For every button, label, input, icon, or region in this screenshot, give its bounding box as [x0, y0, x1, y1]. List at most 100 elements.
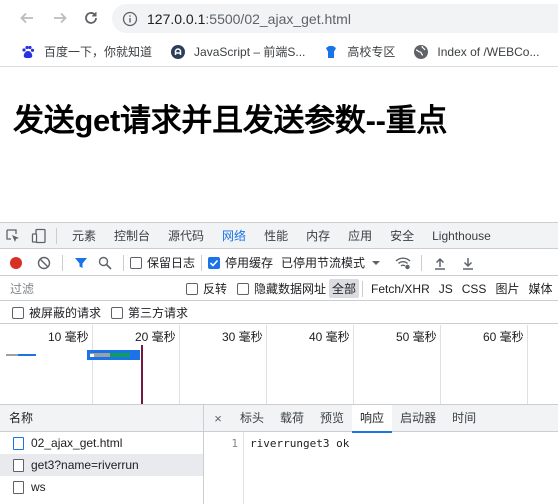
load-marker — [141, 345, 143, 404]
checkbox-checked[interactable] — [208, 256, 221, 269]
address-bar: 127.0.0.1:5500/02_ajax_get.html — [0, 0, 558, 37]
preserve-log-label: 保留日志 — [147, 256, 196, 270]
tab-preview[interactable]: 预览 — [312, 405, 352, 432]
throttling-select[interactable]: 已停用节流模式 — [281, 254, 381, 271]
type-filter-media[interactable]: 媒体 — [525, 279, 555, 298]
tab-performance[interactable]: 性能 — [255, 223, 297, 248]
document-icon — [13, 480, 24, 494]
type-filter-js[interactable]: JS — [436, 281, 456, 297]
disable-cache-checkbox[interactable]: 停用缓存 — [208, 254, 273, 271]
document-icon — [13, 458, 24, 472]
tab-network[interactable]: 网络 — [213, 223, 256, 248]
devtools-panel: 元素 控制台 源代码 网络 性能 内存 应用 安全 Lighthouse 保留日… — [0, 222, 558, 504]
bookmark-javascript[interactable]: JavaScript – 前端S... — [170, 43, 305, 60]
tab-security[interactable]: 安全 — [381, 223, 423, 248]
checkbox-box[interactable] — [12, 306, 24, 319]
tab-memory[interactable]: 内存 — [297, 223, 339, 248]
blocked-requests-label: 被屏蔽的请求 — [29, 306, 102, 320]
bookmark-index[interactable]: Index of /WEBCo... — [413, 44, 539, 60]
omnibox[interactable]: 127.0.0.1:5500/02_ajax_get.html — [112, 4, 558, 33]
name-column-header[interactable]: 名称 — [0, 405, 204, 432]
bookmarks-bar: 百度一下，你就知道 JavaScript – 前端S... 高校专区 Index… — [0, 37, 558, 67]
tab-elements[interactable]: 元素 — [63, 223, 105, 248]
upload-icon[interactable] — [428, 251, 452, 275]
request-row[interactable]: ws — [0, 476, 203, 498]
divider — [201, 254, 203, 271]
timing-bar — [110, 353, 130, 357]
type-filter-fetch-xhr[interactable]: Fetch/XHR — [368, 281, 433, 297]
tick-label: 50 毫秒 — [396, 330, 437, 344]
response-viewer[interactable]: 1 riverrunget3 ok — [204, 432, 558, 504]
tick-label: 20 毫秒 — [135, 330, 176, 344]
divider — [362, 280, 364, 297]
network-overview[interactable]: 10 毫秒 20 毫秒 30 毫秒 40 毫秒 50 毫秒 60 毫秒 — [0, 325, 558, 405]
request-name: 02_ajax_get.html — [31, 436, 123, 450]
blocked-requests-checkbox[interactable]: 被屏蔽的请求 — [12, 304, 101, 321]
baidu-icon — [20, 44, 36, 60]
request-name: ws — [31, 480, 46, 494]
bookmark-label: 百度一下，你就知道 — [44, 45, 153, 59]
grid-line — [440, 325, 441, 404]
disable-cache-label: 停用缓存 — [225, 256, 274, 270]
url-path: :5500/02_ajax_get.html — [205, 10, 351, 27]
type-filter-css[interactable]: CSS — [459, 281, 490, 297]
devtools-tabbar: 元素 控制台 源代码 网络 性能 内存 应用 安全 Lighthouse — [0, 223, 558, 249]
tick-label: 10 毫秒 — [48, 330, 89, 344]
tshirt-icon — [323, 44, 339, 60]
third-party-label: 第三方请求 — [128, 306, 189, 320]
back-icon[interactable] — [15, 6, 39, 30]
forward-icon[interactable] — [48, 6, 72, 30]
request-row[interactable]: get3?name=riverrun — [0, 454, 203, 476]
download-icon[interactable] — [456, 251, 480, 275]
document-icon — [13, 436, 24, 450]
bookmark-label: Index of /WEBCo... — [437, 44, 540, 59]
record-button[interactable] — [4, 251, 28, 275]
tab-initiator[interactable]: 启动器 — [392, 405, 444, 432]
tab-timing[interactable]: 时间 — [444, 405, 484, 432]
grid-line — [179, 325, 180, 404]
chevron-down-icon — [372, 260, 381, 265]
preserve-log-checkbox[interactable]: 保留日志 — [130, 254, 195, 271]
filter-bar: 过滤 反转 隐藏数据网址 全部 Fetch/XHR JS CSS 图片 媒体 — [0, 277, 558, 301]
hide-data-urls-checkbox[interactable]: 隐藏数据网址 — [237, 280, 326, 297]
clear-icon[interactable] — [32, 251, 56, 275]
throttling-label: 已停用节流模式 — [281, 256, 366, 270]
close-icon[interactable]: × — [204, 411, 232, 426]
request-pane: 名称 02_ajax_get.html get3?name=riverrun w… — [0, 404, 558, 504]
grid-line — [527, 325, 528, 404]
bookmark-university[interactable]: 高校专区 — [323, 43, 395, 60]
type-filter-img[interactable]: 图片 — [492, 279, 522, 298]
tab-headers[interactable]: 标头 — [232, 405, 272, 432]
inspect-icon[interactable] — [0, 223, 26, 248]
tab-payload[interactable]: 载荷 — [272, 405, 312, 432]
request-row[interactable]: 02_ajax_get.html — [0, 432, 203, 454]
network-conditions-icon[interactable] — [391, 251, 415, 275]
reload-icon[interactable] — [79, 6, 103, 30]
tab-response[interactable]: 响应 — [352, 404, 393, 433]
filter-input[interactable]: 过滤 — [6, 279, 176, 299]
tab-lighthouse[interactable]: Lighthouse — [423, 223, 500, 248]
checkbox-box[interactable] — [111, 306, 124, 319]
info-icon[interactable] — [121, 10, 139, 28]
checkbox-box[interactable] — [186, 282, 198, 295]
third-party-checkbox[interactable]: 第三方请求 — [111, 304, 188, 321]
detail-tabbar: × 标头 载荷 预览 响应 启动器 时间 — [204, 404, 558, 433]
response-text: riverrunget3 ok — [250, 437, 350, 450]
divider — [56, 227, 57, 244]
url-text[interactable]: 127.0.0.1:5500/02_ajax_get.html — [147, 11, 351, 27]
timing-bar — [90, 354, 94, 357]
checkbox-box[interactable] — [237, 282, 250, 295]
device-toggle-icon[interactable] — [26, 223, 52, 248]
checkbox-box[interactable] — [130, 256, 142, 269]
grid-line — [92, 325, 93, 404]
invert-checkbox[interactable]: 反转 — [186, 280, 227, 297]
type-filter-all[interactable]: 全部 — [329, 279, 360, 298]
grid-line — [353, 325, 354, 404]
tab-application[interactable]: 应用 — [339, 223, 381, 248]
search-icon[interactable] — [93, 251, 117, 275]
filter-icon[interactable] — [69, 251, 93, 275]
tick-label: 30 毫秒 — [222, 330, 263, 344]
bookmark-baidu[interactable]: 百度一下，你就知道 — [20, 43, 152, 60]
tab-sources[interactable]: 源代码 — [159, 223, 213, 248]
tab-console[interactable]: 控制台 — [105, 223, 159, 248]
